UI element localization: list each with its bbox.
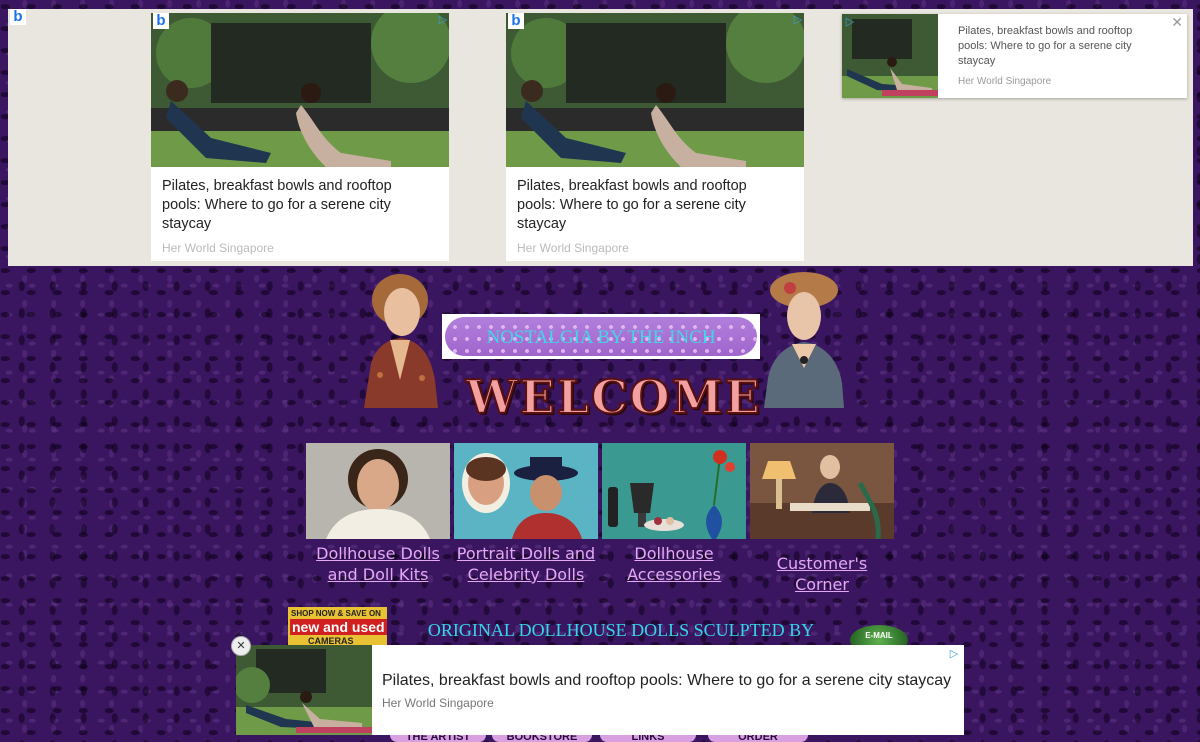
category-link-line1[interactable]: Dollhouse: [602, 543, 746, 564]
category-dollhouse-dolls[interactable]: Dollhouse Dolls: [306, 443, 450, 564]
category-link-line1[interactable]: Customer's Corner: [750, 553, 894, 595]
welcome-heading: WELCOME: [465, 370, 762, 424]
ad-brand-icon[interactable]: b: [508, 13, 524, 29]
side-ad-title[interactable]: Pilates, breakfast bowls and rooftop poo…: [958, 24, 1158, 69]
side-ad-card[interactable]: ▷ Pilates, breakfast bowls and rooftop p…: [842, 14, 1187, 98]
victorian-lady-portrait-right: [762, 268, 846, 415]
category-link-line2[interactable]: and Doll Kits: [306, 564, 450, 585]
ad-image-yoga[interactable]: [151, 13, 449, 167]
side-ad-source: Her World Singapore: [958, 76, 1052, 87]
category-link-line1[interactable]: Portrait Dolls and: [454, 543, 598, 564]
ad-network-logo-icon[interactable]: b: [10, 9, 26, 25]
category-image-doll[interactable]: [306, 443, 450, 539]
camera-banner-line2: new and used: [290, 619, 387, 635]
side-ad-image-yoga[interactable]: [842, 14, 938, 98]
camera-shop-banner-ad[interactable]: SHOP NOW & SAVE ON new and used CAMERAS: [288, 607, 387, 645]
bottom-ad-title[interactable]: Pilates, breakfast bowls and rooftop poo…: [382, 672, 951, 690]
category-link-line2[interactable]: Celebrity Dolls: [454, 564, 598, 585]
category-image-customers-corner[interactable]: [750, 443, 894, 539]
ad-title[interactable]: Pilates, breakfast bowls and rooftop poo…: [517, 177, 787, 234]
category-link-line2[interactable]: Accessories: [602, 564, 746, 585]
camera-banner-line1: SHOP NOW & SAVE ON: [291, 609, 381, 618]
category-portrait-dolls[interactable]: Portrait Dolls and: [454, 443, 598, 564]
ad-card[interactable]: Pilates, breakfast bowls and rooftop poo…: [506, 13, 804, 261]
bottom-ad-source: Her World Singapore: [382, 696, 494, 710]
top-ad-strip: b Pilates, breakfast bowls and rooftop p…: [8, 9, 1193, 266]
site-logo-text: NOSTALGIA BY THE INCH: [486, 327, 716, 348]
ad-source: Her World Singapore: [517, 241, 629, 255]
category-accessories[interactable]: Dollhouse: [602, 443, 746, 564]
section-heading: ORIGINAL DOLLHOUSE DOLLS SCULPTED BY: [427, 620, 815, 640]
adchoices-icon[interactable]: ▷: [437, 14, 449, 26]
category-customers-corner[interactable]: Customer's Corner: [750, 443, 894, 595]
close-icon[interactable]: ✕: [231, 636, 251, 656]
close-icon[interactable]: ✕: [1171, 14, 1183, 31]
ad-brand-icon[interactable]: b: [153, 13, 169, 29]
ad-title[interactable]: Pilates, breakfast bowls and rooftop poo…: [162, 177, 432, 234]
adchoices-icon[interactable]: ▷: [792, 14, 804, 26]
site-logo-banner[interactable]: NOSTALGIA BY THE INCH: [442, 314, 760, 359]
category-image-portrait-dolls[interactable]: [454, 443, 598, 539]
ad-image-yoga[interactable]: [506, 13, 804, 167]
adchoices-icon[interactable]: ▷: [948, 648, 960, 660]
category-image-accessories[interactable]: [602, 443, 746, 539]
bottom-sticky-ad[interactable]: Pilates, breakfast bowls and rooftop poo…: [236, 645, 964, 735]
camera-banner-line3: CAMERAS: [308, 636, 354, 645]
adchoices-icon[interactable]: ▷: [844, 16, 856, 28]
ad-card[interactable]: Pilates, breakfast bowls and rooftop poo…: [151, 13, 449, 261]
bottom-ad-image-yoga[interactable]: [236, 645, 372, 735]
email-icon-label: E-MAIL: [865, 631, 893, 640]
category-link-line1[interactable]: Dollhouse Dolls: [306, 543, 450, 564]
ad-source: Her World Singapore: [162, 241, 274, 255]
category-accessories-line2[interactable]: Accessories: [602, 564, 746, 585]
category-dollhouse-dolls-line2[interactable]: and Doll Kits: [306, 564, 450, 585]
category-portrait-dolls-line2[interactable]: Celebrity Dolls: [454, 564, 598, 585]
victorian-lady-portrait-left: [360, 270, 440, 415]
